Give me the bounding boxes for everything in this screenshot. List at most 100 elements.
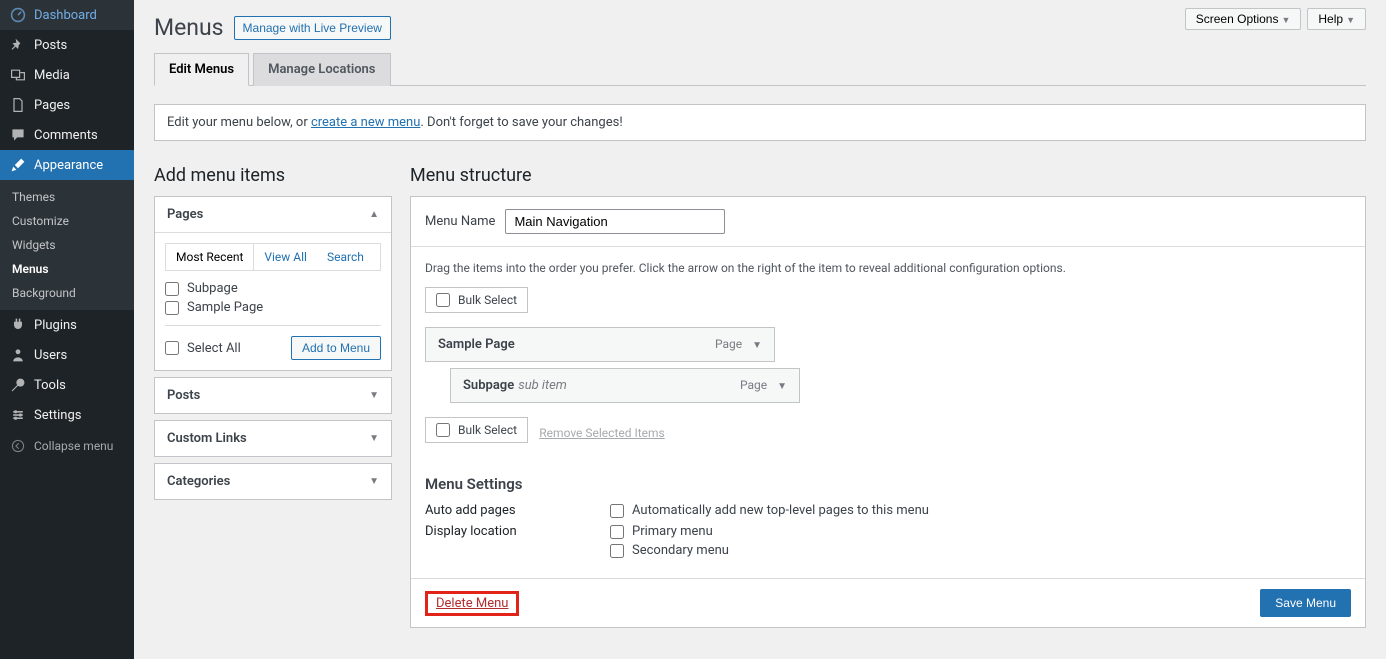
setting-label: Auto add pages	[425, 503, 610, 518]
menu-item-type: Page	[715, 337, 742, 351]
menu-items-list: Sample Page Page▼ Subpage sub item Page ▼	[425, 327, 1351, 403]
auto-add-checkbox[interactable]	[610, 504, 624, 518]
setting-auto-add: Auto add pages Automatically add new top…	[425, 503, 1351, 518]
users-icon	[10, 347, 26, 363]
live-preview-button[interactable]: Manage with Live Preview	[234, 16, 391, 40]
tab-view-all[interactable]: View All	[254, 244, 317, 270]
tab-most-recent[interactable]: Most Recent	[166, 244, 254, 270]
sidebar-item-tools[interactable]: Tools	[0, 370, 134, 400]
sidebar-label: Settings	[34, 408, 81, 423]
sub-customize[interactable]: Customize	[0, 209, 134, 233]
drag-hint: Drag the items into the order you prefer…	[425, 261, 1351, 275]
accordion-categories: Categories ▼	[154, 463, 392, 500]
tab-search[interactable]: Search	[317, 244, 374, 270]
sidebar-label: Media	[34, 68, 70, 83]
location-primary[interactable]: Primary menu	[610, 524, 729, 539]
menu-item-title: Sample Page	[438, 337, 515, 352]
select-all-label: Select All	[187, 341, 241, 356]
sidebar-item-media[interactable]: Media	[0, 60, 134, 90]
tab-manage-locations[interactable]: Manage Locations	[253, 53, 390, 86]
menu-item-subpage[interactable]: Subpagesub item Page▼	[450, 368, 800, 403]
accordion-pages-header[interactable]: Pages ▲	[155, 197, 391, 232]
sub-widgets[interactable]: Widgets	[0, 233, 134, 257]
accordion-custom-header[interactable]: Custom Links ▼	[155, 421, 391, 456]
create-menu-link[interactable]: create a new menu	[311, 115, 420, 130]
brush-icon	[10, 157, 26, 173]
pages-inner-tabs: Most Recent View All Search	[165, 243, 381, 271]
sidebar-item-pages[interactable]: Pages	[0, 90, 134, 120]
sidebar-submenu: Themes Customize Widgets Menus Backgroun…	[0, 180, 134, 310]
location-secondary[interactable]: Secondary menu	[610, 543, 729, 558]
page-checkbox-sample[interactable]	[165, 301, 179, 315]
menu-header: Menu Name	[411, 197, 1365, 247]
menu-footer: Delete Menu Save Menu	[411, 578, 1365, 627]
sidebar-label: Plugins	[34, 318, 77, 333]
bulk-label: Bulk Select	[458, 423, 517, 437]
sidebar-item-users[interactable]: Users	[0, 340, 134, 370]
sidebar-item-settings[interactable]: Settings	[0, 400, 134, 430]
sub-themes[interactable]: Themes	[0, 185, 134, 209]
admin-sidebar: Dashboard Posts Media Pages Comments App…	[0, 0, 134, 659]
accordion-categories-header[interactable]: Categories ▼	[155, 464, 391, 499]
pin-icon	[10, 37, 26, 53]
edit-notice: Edit your menu below, or create a new me…	[154, 104, 1366, 141]
dashboard-icon	[10, 7, 26, 23]
delete-menu-link[interactable]: Delete Menu	[430, 592, 514, 615]
collapse-icon	[10, 438, 26, 454]
menu-settings-heading: Menu Settings	[425, 475, 1351, 493]
add-to-menu-button[interactable]: Add to Menu	[291, 336, 381, 360]
auto-add-option[interactable]: Automatically add new top-level pages to…	[610, 503, 929, 518]
title-text: Menus	[154, 14, 224, 41]
bulk-select-bottom[interactable]: Bulk Select	[425, 417, 528, 443]
tools-icon	[10, 377, 26, 393]
help-button[interactable]: Help▼	[1307, 8, 1366, 30]
chevron-down-icon: ▼	[369, 433, 379, 444]
accordion-pages-label: Pages	[167, 207, 203, 222]
select-all-row[interactable]: Select All	[165, 341, 241, 356]
bulk-select-top[interactable]: Bulk Select	[425, 287, 528, 313]
remove-selected-link[interactable]: Remove Selected Items	[539, 426, 664, 440]
page-option-label: Subpage	[187, 281, 238, 296]
sidebar-item-posts[interactable]: Posts	[0, 30, 134, 60]
select-all-checkbox[interactable]	[165, 341, 179, 355]
sidebar-label: Users	[34, 348, 67, 363]
sub-menus[interactable]: Menus	[0, 257, 134, 281]
help-label: Help	[1318, 12, 1343, 26]
menu-name-input[interactable]	[505, 209, 725, 234]
location-label: Primary menu	[632, 524, 713, 539]
screen-options-button[interactable]: Screen Options▼	[1185, 8, 1302, 30]
menu-item-title: Subpage	[463, 378, 514, 393]
sidebar-label: Pages	[34, 98, 70, 113]
bulk-checkbox-top[interactable]	[436, 293, 450, 307]
sub-background[interactable]: Background	[0, 281, 134, 305]
bulk-checkbox-bottom[interactable]	[436, 423, 450, 437]
comments-icon	[10, 127, 26, 143]
chevron-down-icon: ▼	[369, 390, 379, 401]
sidebar-item-dashboard[interactable]: Dashboard	[0, 0, 134, 30]
accordion-pages: Pages ▲ Most Recent View All Search Subp…	[154, 196, 392, 371]
collapse-menu[interactable]: Collapse menu	[0, 430, 134, 462]
tab-edit-menus[interactable]: Edit Menus	[154, 53, 249, 86]
menu-item-sample-page[interactable]: Sample Page Page▼	[425, 327, 775, 362]
media-icon	[10, 67, 26, 83]
screen-options-label: Screen Options	[1196, 12, 1279, 26]
primary-checkbox[interactable]	[610, 525, 624, 539]
notice-text-after: . Don't forget to save your changes!	[420, 115, 622, 130]
accordion-custom-links: Custom Links ▼	[154, 420, 392, 457]
sidebar-label: Comments	[34, 128, 98, 143]
chevron-down-icon: ▼	[777, 381, 787, 392]
menu-structure-heading: Menu structure	[410, 165, 1366, 186]
sidebar-item-comments[interactable]: Comments	[0, 120, 134, 150]
page-option-label: Sample Page	[187, 300, 263, 315]
save-menu-button[interactable]: Save Menu	[1260, 589, 1351, 617]
delete-highlight: Delete Menu	[425, 591, 519, 616]
auto-add-label: Automatically add new top-level pages to…	[632, 503, 929, 518]
accordion-posts-header[interactable]: Posts ▼	[155, 378, 391, 413]
page-checkbox-subpage[interactable]	[165, 282, 179, 296]
sidebar-item-appearance[interactable]: Appearance	[0, 150, 134, 180]
menu-item-subtext: sub item	[518, 378, 567, 393]
chevron-down-icon: ▼	[369, 476, 379, 487]
secondary-checkbox[interactable]	[610, 544, 624, 558]
sidebar-item-plugins[interactable]: Plugins	[0, 310, 134, 340]
top-options: Screen Options▼ Help▼	[1185, 8, 1366, 30]
